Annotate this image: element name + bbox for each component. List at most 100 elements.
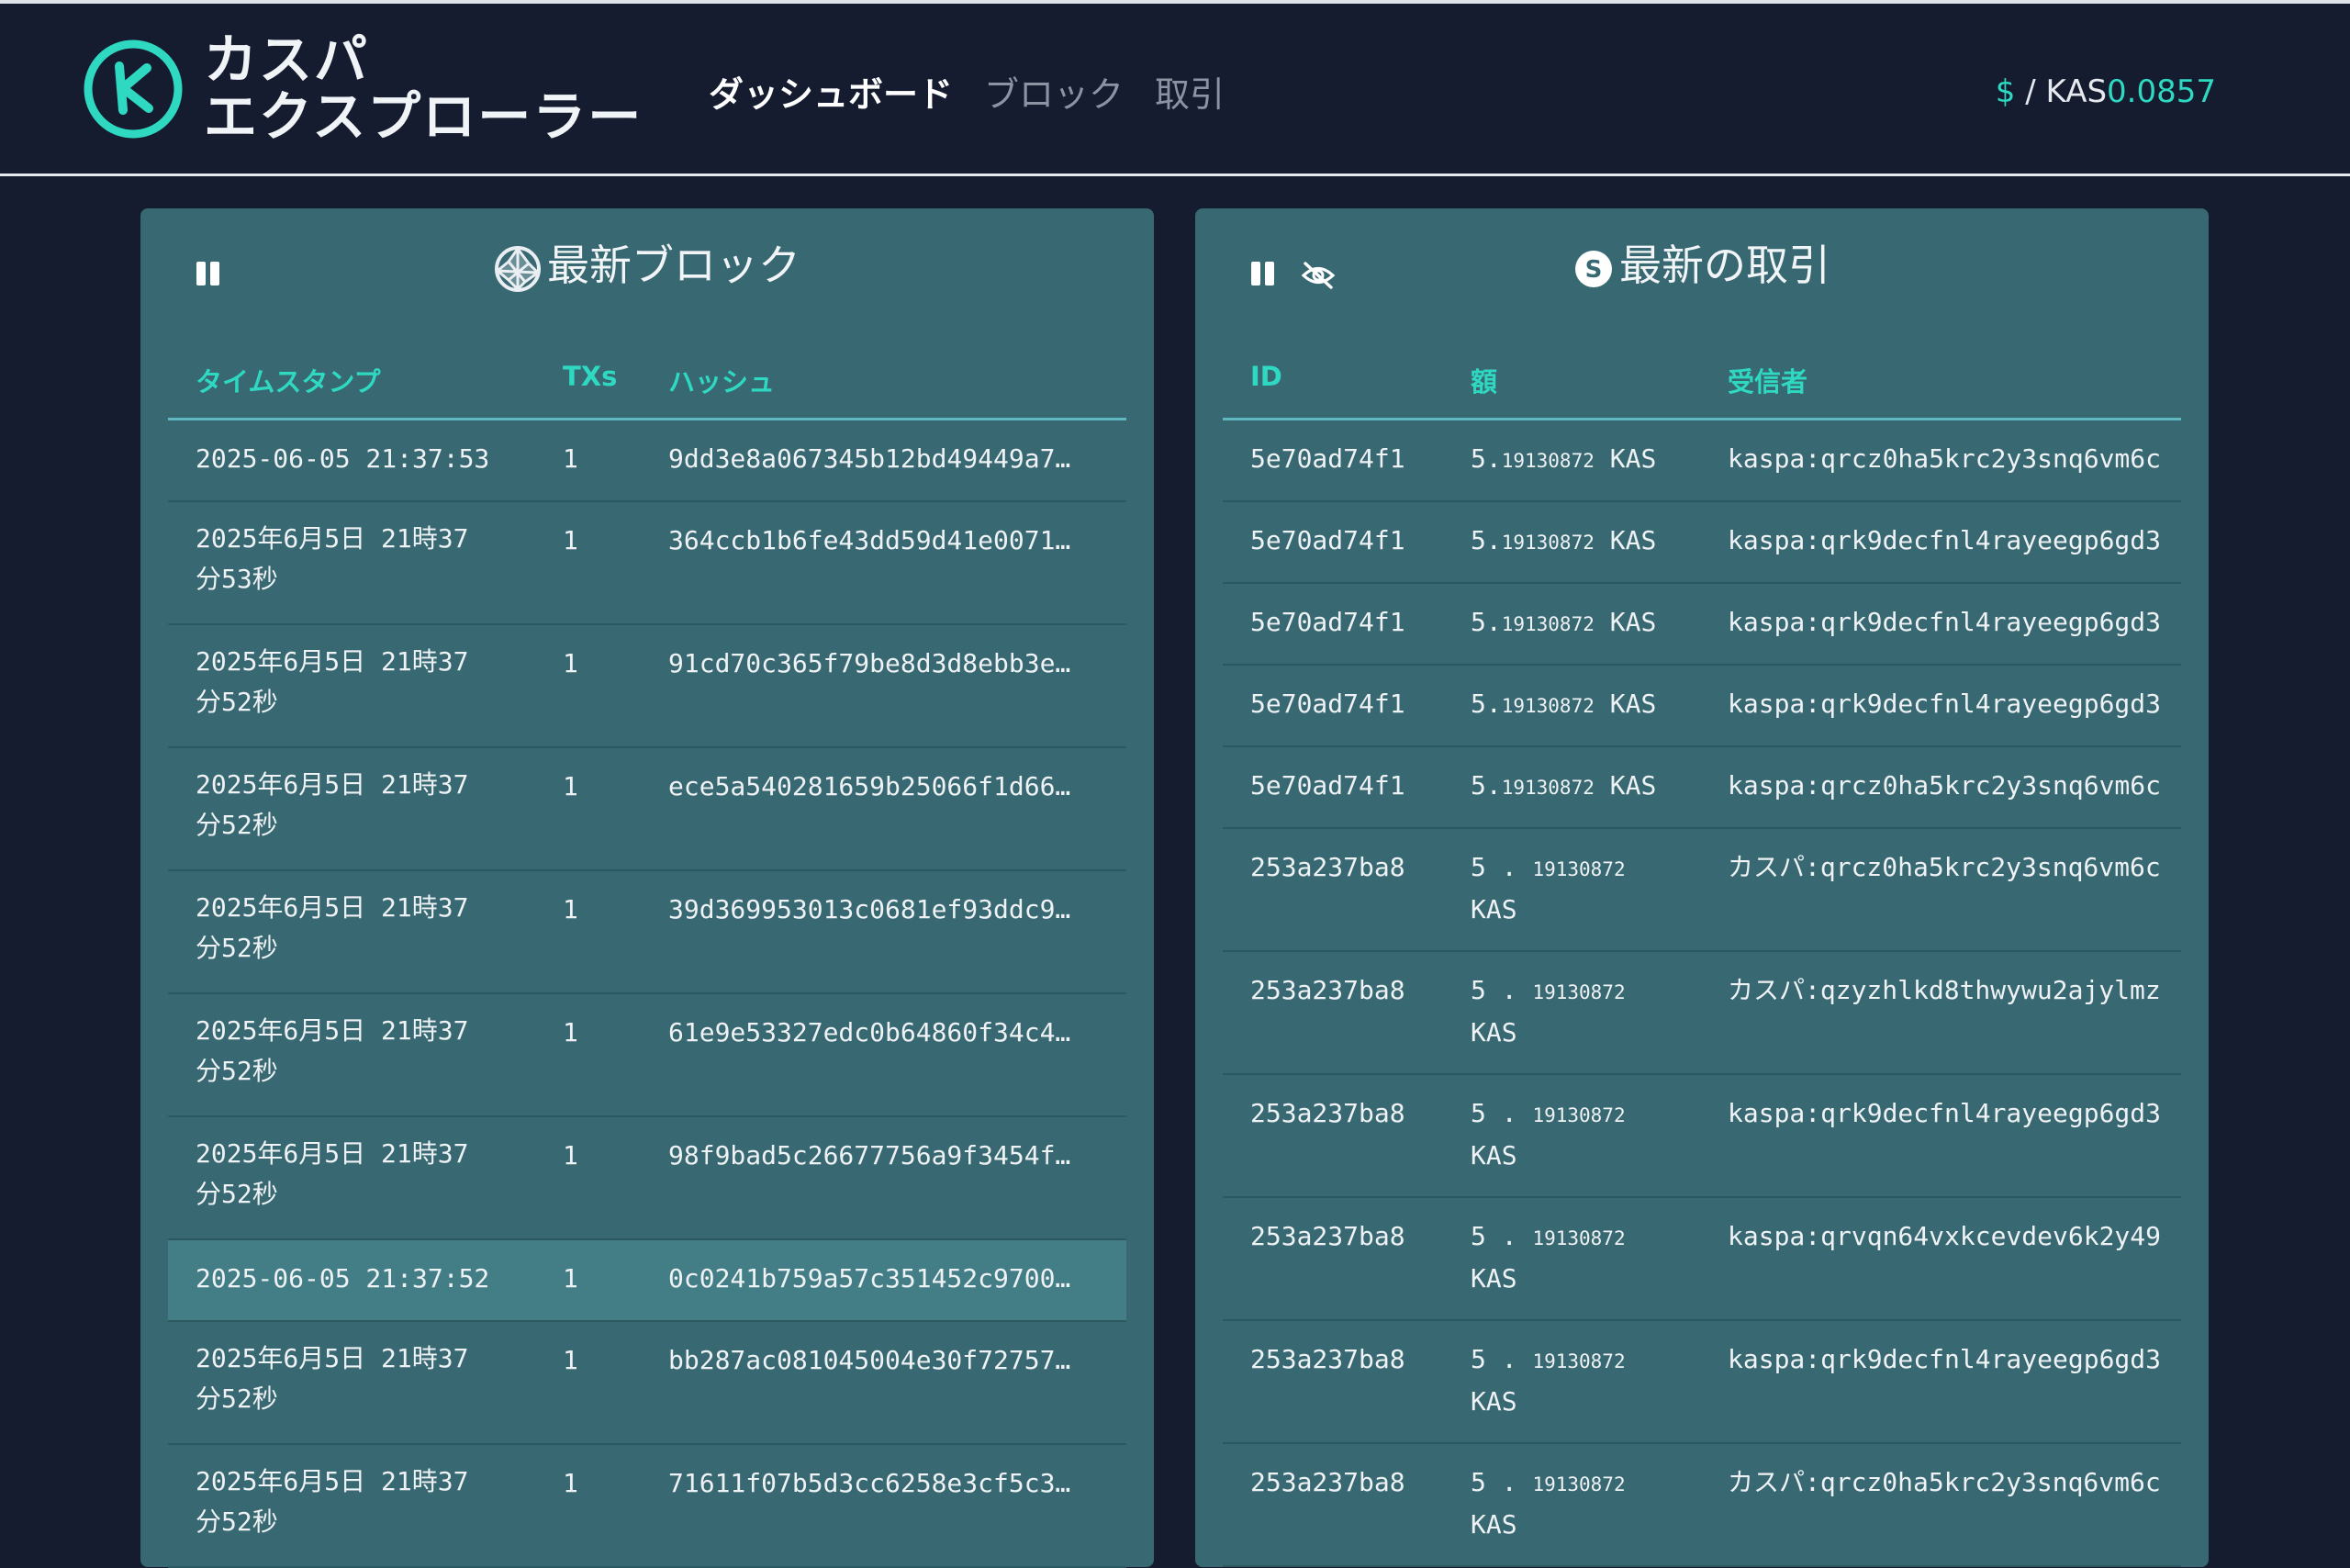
block-timestamp-line1: 2025年6月5日 21時37	[196, 1466, 469, 1496]
transaction-id-link[interactable]: 253a237ba8	[1250, 847, 1405, 888]
kas-price: $ / KAS0.0857	[1996, 73, 2216, 110]
transaction-row[interactable]: 253a237ba8 5 . 19130872 KAS kaspa:qrk9decfn…	[1223, 1075, 2181, 1198]
amount-decimals: 19130872	[1501, 532, 1595, 554]
block-row[interactable]: 2025年6月5日 21時37 分52秒 1 91cd70c365f79be8d3d8…	[168, 625, 1126, 748]
recipient-address-link[interactable]: kaspa:qrk9decfnl4rayeegp6gd3	[1728, 521, 2183, 561]
col-timestamp[interactable]: タイムスタンプ	[196, 361, 381, 399]
brand-line-2: エクスプローラー	[204, 85, 643, 148]
recipient-address-link[interactable]: kaspa:qrcz0ha5krc2y3snq6vm6c	[1728, 439, 2183, 479]
transaction-row[interactable]: 253a237ba8 5 . 19130872 KAS kaspa:qrk9decfn…	[1223, 1321, 2181, 1444]
block-timestamp: 2025年6月5日 21時37 分52秒	[196, 642, 468, 722]
recipient-address-link[interactable]: カスパ:qrcz0ha5krc2y3snq6vm6c	[1728, 847, 2183, 888]
transaction-row[interactable]: 5e70ad74f1 5.19130872 KAS kaspa:qrcz0ha5kr…	[1223, 420, 2181, 502]
col-amount[interactable]: 額	[1471, 361, 1497, 399]
amount-integer: 5 .	[1471, 1098, 1533, 1128]
transaction-row[interactable]: 5e70ad74f1 5.19130872 KAS kaspa:qrk9decfnl…	[1223, 502, 2181, 584]
block-row[interactable]: 2025年6月5日 21時37 分53秒 1 364ccb1b6fe43dd59d41…	[168, 502, 1126, 625]
transaction-id-link[interactable]: 5e70ad74f1	[1250, 521, 1405, 561]
block-timestamp: 2025-06-05 21:37:53	[196, 439, 489, 479]
block-timestamp-line2: 分52秒	[196, 1056, 278, 1086]
block-hash-link[interactable]: ece5a540281659b25066f1d66…	[668, 767, 1100, 807]
transaction-id-link[interactable]: 253a237ba8	[1250, 1339, 1405, 1380]
transaction-id-link[interactable]: 253a237ba8	[1250, 1093, 1405, 1134]
block-hash-link[interactable]: 71611f07b5d3cc6258e3cf5c3…	[668, 1463, 1100, 1504]
transaction-id-link[interactable]: 5e70ad74f1	[1250, 766, 1405, 806]
col-hash[interactable]: ハッシュ	[668, 361, 775, 399]
transaction-row[interactable]: 5e70ad74f1 5.19130872 KAS kaspa:qrk9decfnl…	[1223, 666, 2181, 747]
amount-decimals: 19130872	[1532, 981, 1626, 1003]
block-hash-link[interactable]: 9dd3e8a067345b12bd49449a7…	[668, 439, 1100, 479]
amount-unit: KAS	[1594, 525, 1657, 555]
block-timestamp: 2025年6月5日 21時37 分52秒	[196, 765, 468, 846]
nav-transactions[interactable]: 取引	[1155, 66, 1225, 117]
block-hash-link[interactable]: bb287ac081045004e30f72757…	[668, 1340, 1100, 1381]
transaction-row[interactable]: 253a237ba8 5 . 19130872 KAS カスパ:qrcz0ha5krc…	[1223, 1444, 2181, 1567]
block-tx-count: 1	[563, 1263, 578, 1294]
block-hash-link[interactable]: 98f9bad5c26677756a9f3454f…	[668, 1136, 1100, 1176]
block-row[interactable]: 2025年6月5日 21時37 分52秒 1 bb287ac081045004e30f…	[168, 1322, 1126, 1445]
block-hash-link[interactable]: 39d369953013c0681ef93ddc9…	[668, 890, 1100, 930]
amount-unit: KAS	[1471, 1263, 1517, 1294]
block-hash-link[interactable]: 91cd70c365f79be8d3d8ebb3e…	[668, 644, 1100, 684]
col-id[interactable]: ID	[1250, 361, 1282, 392]
block-timestamp: 2025年6月5日 21時37 分52秒	[196, 888, 468, 969]
recipient-address-link[interactable]: kaspa:qrk9decfnl4rayeegp6gd3	[1728, 1339, 2183, 1380]
amount-integer: 5 .	[1471, 1344, 1533, 1374]
transaction-id-link[interactable]: 5e70ad74f1	[1250, 684, 1405, 724]
latest-blocks-title: 最新ブロック	[140, 232, 1154, 293]
block-row[interactable]: 2025-06-05 21:37:52 1 0c0241b759a57c351452…	[168, 1240, 1126, 1322]
block-hash-link[interactable]: 364ccb1b6fe43dd59d41e0071…	[668, 521, 1100, 561]
block-tx-count: 1	[563, 1345, 578, 1375]
transaction-id-link[interactable]: 253a237ba8	[1250, 1216, 1405, 1257]
amount-decimals: 19130872	[1532, 858, 1626, 880]
nav-blocks[interactable]: ブロック	[984, 66, 1124, 117]
amount-decimals: 19130872	[1501, 450, 1595, 472]
block-timestamp-line1: 2025-06-05 21:37:53	[196, 443, 490, 474]
transaction-row[interactable]: 5e70ad74f1 5.19130872 KAS kaspa:qrcz0ha5kr…	[1223, 747, 2181, 829]
block-hash-link[interactable]: 0c0241b759a57c351452c9700…	[668, 1259, 1100, 1299]
transaction-amount: 5.19130872 KAS	[1471, 684, 1656, 726]
transaction-row[interactable]: 253a237ba8 5 . 19130872 KAS カスパ:qrcz0ha5krc…	[1223, 829, 2181, 952]
transaction-id-link[interactable]: 253a237ba8	[1250, 1462, 1405, 1503]
amount-unit: KAS	[1594, 607, 1657, 637]
recipient-address-link[interactable]: kaspa:qrvqn64vxkcevdev6k2y49	[1728, 1216, 2183, 1257]
recipient-address-link[interactable]: kaspa:qrcz0ha5krc2y3snq6vm6c	[1728, 766, 2183, 806]
block-row[interactable]: 2025年6月5日 21時37 分52秒 1 ece5a540281659b25066…	[168, 748, 1126, 871]
block-timestamp-line2: 分52秒	[196, 1383, 278, 1414]
transaction-row[interactable]: 253a237ba8 5 . 19130872 KAS カスパ:qzyzhlkd8th…	[1223, 952, 2181, 1075]
block-icon	[495, 245, 541, 292]
transaction-amount: 5 . 19130872 KAS	[1471, 847, 1626, 930]
block-timestamp-line2: 分52秒	[196, 1506, 278, 1537]
transaction-id-link[interactable]: 5e70ad74f1	[1250, 439, 1405, 479]
recipient-address-link[interactable]: kaspa:qrk9decfnl4rayeegp6gd3	[1728, 602, 2183, 643]
price-value: 0.0857	[2107, 73, 2216, 110]
block-row[interactable]: 2025-06-05 21:37:53 1 9dd3e8a067345b12bd49…	[168, 420, 1126, 502]
amount-unit: KAS	[1594, 689, 1657, 719]
block-row[interactable]: 2025年6月5日 21時37 分52秒 1 39d369953013c0681ef9…	[168, 871, 1126, 994]
block-tx-count: 1	[563, 1017, 578, 1047]
block-row[interactable]: 2025年6月5日 21時37 分52秒 1 61e9e53327edc0b64860…	[168, 994, 1126, 1117]
block-timestamp-line1: 2025年6月5日 21時37	[196, 892, 469, 923]
col-txs[interactable]: TXs	[563, 361, 617, 392]
col-recipient[interactable]: 受信者	[1728, 361, 1807, 399]
latest-blocks-label: 最新ブロック	[547, 241, 800, 290]
transaction-row[interactable]: 253a237ba8 5 . 19130872 KAS kaspa:qrvqn64vx…	[1223, 1198, 2181, 1321]
transaction-amount: 5.19130872 KAS	[1471, 766, 1656, 808]
transaction-id-link[interactable]: 253a237ba8	[1250, 970, 1405, 1011]
block-row[interactable]: 2025年6月5日 21時37 分52秒 1 71611f07b5d3cc6258e3…	[168, 1445, 1126, 1568]
transaction-row[interactable]: 5e70ad74f1 5.19130872 KAS kaspa:qrk9decfnl…	[1223, 584, 2181, 666]
transaction-id-link[interactable]: 5e70ad74f1	[1250, 602, 1405, 643]
block-hash-link[interactable]: 61e9e53327edc0b64860f34c4…	[668, 1013, 1100, 1053]
recipient-address-link[interactable]: kaspa:qrk9decfnl4rayeegp6gd3	[1728, 684, 2183, 724]
nav-dashboard[interactable]: ダッシュボード	[709, 66, 953, 117]
amount-unit: KAS	[1471, 894, 1517, 924]
kaspa-logo-icon[interactable]	[83, 39, 184, 140]
recipient-address-link[interactable]: カスパ:qrcz0ha5krc2y3snq6vm6c	[1728, 1462, 2183, 1503]
brand-title[interactable]: カスパ エクスプローラー	[204, 31, 643, 145]
transaction-amount: 5 . 19130872 KAS	[1471, 970, 1626, 1053]
amount-unit: KAS	[1594, 770, 1657, 801]
recipient-address-link[interactable]: kaspa:qrk9decfnl4rayeegp6gd3	[1728, 1093, 2183, 1134]
block-row[interactable]: 2025年6月5日 21時37 分52秒 1 98f9bad5c26677756a9f…	[168, 1117, 1126, 1240]
transactions-table-header: ID 額 受信者	[1223, 337, 2181, 420]
recipient-address-link[interactable]: カスパ:qzyzhlkd8thwywu2ajylmz	[1728, 970, 2183, 1011]
